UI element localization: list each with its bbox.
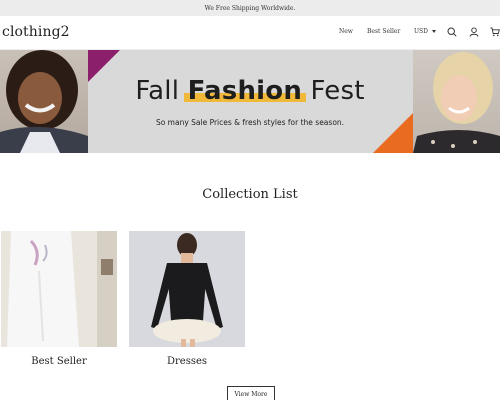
currency-selector[interactable]: USD <box>414 28 436 35</box>
collection-label-dresses[interactable]: Dresses <box>129 356 245 367</box>
site-logo[interactable]: clothing2 <box>2 24 70 40</box>
currency-label: USD <box>414 28 428 35</box>
nav-link-best-seller[interactable]: Best Seller <box>367 28 400 35</box>
collection-image-dresses <box>129 231 245 347</box>
collection-image-best-seller <box>1 231 117 347</box>
collection-label-best-seller[interactable]: Best Seller <box>1 356 117 367</box>
decorative-orange-triangle <box>373 113 413 153</box>
collection-card-best-seller[interactable]: Best Seller <box>1 231 117 367</box>
collection-card-dresses[interactable]: Dresses <box>129 231 245 367</box>
hero-title-part1: Fall <box>135 76 188 106</box>
announcement-bar: We Free Shipping Worldwide. <box>0 0 500 16</box>
hero-title-bold: Fashion <box>187 76 303 106</box>
account-icon[interactable] <box>469 27 479 37</box>
chevron-down-icon <box>431 30 436 33</box>
hero-banner[interactable]: Fall Fashion Fest So many Sale Prices & … <box>0 50 500 153</box>
collection-list-title: Collection List <box>202 187 298 202</box>
announcement-text: We Free Shipping Worldwide. <box>204 4 296 12</box>
search-icon[interactable] <box>447 27 457 37</box>
nav-link-new[interactable]: New <box>339 28 353 35</box>
hero-title-highlight: Fashion <box>183 76 307 106</box>
hero-model-right-image <box>413 50 500 153</box>
hero-title-part2: Fest <box>302 76 365 106</box>
cart-icon[interactable] <box>490 27 500 37</box>
view-more-button[interactable]: View More <box>227 386 275 400</box>
site-header: clothing2 New Best Seller USD <box>0 16 500 50</box>
